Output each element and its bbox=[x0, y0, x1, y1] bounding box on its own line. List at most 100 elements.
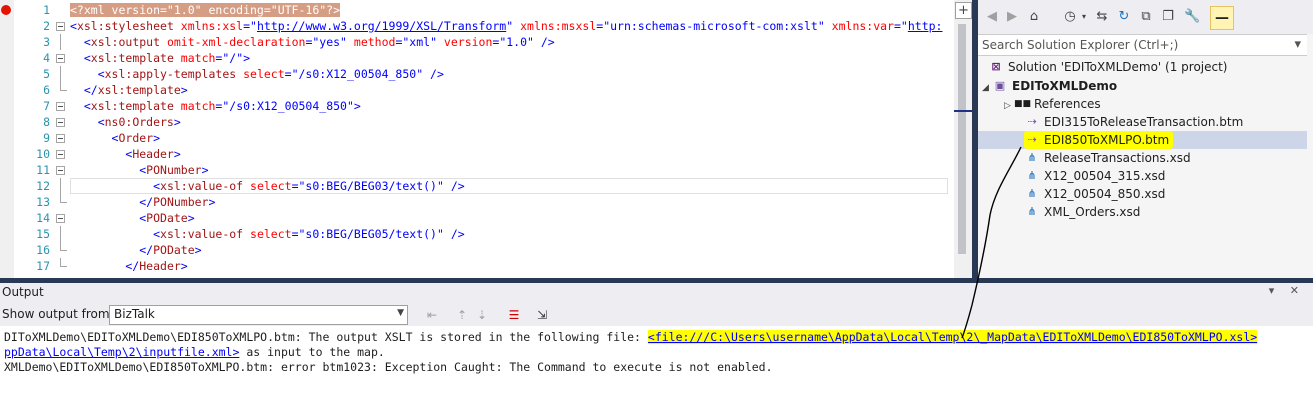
code-line[interactable]: <xsl:output omit-xml-declaration="yes" m… bbox=[70, 34, 954, 50]
show-all-files-icon[interactable]: ❐ bbox=[1160, 9, 1176, 25]
code-token: ="/s0:X12_00504_850"> bbox=[215, 99, 361, 113]
chevron-down-icon[interactable]: ▼ bbox=[397, 308, 404, 318]
clear-all-icon[interactable]: ☰ bbox=[506, 308, 522, 322]
code-line[interactable]: <xsl:template match="/s0:X12_00504_850"> bbox=[70, 98, 954, 114]
output-xslt-file-link[interactable]: <file:///C:\Users\username\AppData\Local… bbox=[647, 330, 1258, 344]
code-line[interactable]: <PODate> bbox=[70, 210, 954, 226]
code-token: </ bbox=[70, 83, 98, 97]
refresh-icon[interactable]: ↻ bbox=[1116, 9, 1132, 25]
collapse-region-icon[interactable] bbox=[54, 210, 68, 226]
collapse-region-icon[interactable] bbox=[54, 130, 68, 146]
tree-node-references[interactable]: ▷ ■■ References bbox=[1004, 95, 1101, 113]
code-line[interactable]: <xsl:stylesheet xmlns:xsl="http://www.w3… bbox=[70, 18, 954, 34]
breakpoint-icon[interactable] bbox=[1, 5, 11, 15]
properties-wrench-icon[interactable]: 🔧 bbox=[1184, 9, 1200, 25]
outlining-margin[interactable] bbox=[54, 2, 68, 274]
references-label: References bbox=[1034, 97, 1101, 111]
code-line[interactable]: <xsl:value-of select="s0:BEG/BEG03/text(… bbox=[70, 178, 948, 194]
solution-explorer-toolbar: ◀ ▶ ⌂ ◷ ▾ ⇆ ↻ ⧉ ❐ 🔧 — bbox=[978, 0, 1313, 34]
window-controls[interactable]: ▾ ✕ bbox=[1269, 284, 1305, 297]
search-options-icon[interactable]: ▾ bbox=[1294, 37, 1301, 52]
code-line[interactable]: <?xml version="1.0" encoding="UTF-16"?> bbox=[70, 2, 954, 18]
tree-node-file[interactable]: ⋔ X12_00504_850.xsd bbox=[1024, 185, 1165, 203]
search-input[interactable]: Search Solution Explorer (Ctrl+;) bbox=[982, 38, 1178, 52]
tree-node-file[interactable]: ⋔ ReleaseTransactions.xsd bbox=[1024, 149, 1190, 167]
input-file-link[interactable]: ppData\Local\Temp\2\inputfile.xml> bbox=[4, 345, 239, 359]
code-token: http: bbox=[907, 19, 943, 33]
solution-explorer-search[interactable]: Search Solution Explorer (Ctrl+;) ▾ bbox=[978, 34, 1307, 56]
output-source-dropdown[interactable]: BizTalk ▼ bbox=[109, 305, 408, 325]
file-label: XML_Orders.xsd bbox=[1044, 205, 1141, 219]
collapse-region-icon[interactable] bbox=[54, 18, 68, 34]
collapse-region-icon[interactable] bbox=[54, 146, 68, 162]
output-title: Output bbox=[2, 285, 44, 299]
collapse-arrow-icon[interactable]: ◢ bbox=[982, 79, 992, 97]
code-line[interactable]: <xsl:apply-templates select="/s0:X12_005… bbox=[70, 66, 954, 82]
code-line[interactable]: </PODate> bbox=[70, 242, 954, 258]
previous-message-icon[interactable]: ⇡ bbox=[454, 308, 470, 322]
tree-node-file[interactable]: ⋔ X12_00504_315.xsd bbox=[1024, 167, 1165, 185]
outline-guide bbox=[54, 242, 68, 258]
tree-node-file[interactable]: ⋔ XML_Orders.xsd bbox=[1024, 203, 1140, 221]
editor-vertical-scrollbar[interactable]: + bbox=[954, 0, 972, 278]
xsd-schema-icon: ⋔ bbox=[1027, 205, 1037, 218]
code-line[interactable]: </Header> bbox=[70, 258, 954, 274]
home-icon[interactable]: ⌂ bbox=[1026, 9, 1042, 25]
references-icon: ■■ bbox=[1014, 99, 1032, 109]
code-token: omit-xml-declaration bbox=[160, 35, 306, 49]
expand-arrow-icon[interactable]: ▷ bbox=[1004, 97, 1014, 115]
chevron-down-icon[interactable]: ▾ bbox=[1076, 9, 1092, 25]
code-line[interactable]: <PONumber> bbox=[70, 162, 954, 178]
tree-node-file-selected[interactable]: ⇢ EDI850ToXMLPO.btm bbox=[978, 131, 1307, 149]
code-token: xsl:output bbox=[90, 35, 161, 49]
output-text-area[interactable]: DIToXMLDemo\EDIToXMLDemo\EDI850ToXMLPO.b… bbox=[0, 326, 1313, 402]
split-editor-icon[interactable]: + bbox=[955, 2, 972, 19]
collapse-region-icon[interactable] bbox=[54, 50, 68, 66]
collapse-all-icon[interactable]: ⧉ bbox=[1138, 9, 1154, 25]
code-token: ="/s0:X12_00504_850" /> bbox=[284, 67, 444, 81]
line-number: 6 bbox=[43, 83, 50, 97]
back-icon[interactable]: ◀ bbox=[984, 9, 1000, 25]
code-token: select bbox=[243, 227, 292, 241]
line-number: 11 bbox=[36, 163, 50, 177]
code-token: < bbox=[70, 51, 91, 65]
line-number: 17 bbox=[36, 259, 50, 273]
code-token: > bbox=[173, 115, 181, 129]
outline-guide bbox=[54, 226, 68, 242]
code-line[interactable]: <Header> bbox=[70, 146, 954, 162]
code-token: < bbox=[70, 211, 147, 225]
code-token: > bbox=[180, 83, 188, 97]
code-token: match bbox=[173, 51, 216, 65]
tree-node-file[interactable]: ⇢ EDI315ToReleaseTransaction.btm bbox=[1024, 113, 1243, 131]
code-line[interactable]: <ns0:Orders> bbox=[70, 114, 954, 130]
tree-node-solution[interactable]: ⊠ Solution 'EDIToXMLDemo' (1 project) bbox=[988, 58, 1227, 76]
line-number: 14 bbox=[36, 211, 50, 225]
code-line[interactable]: </PONumber> bbox=[70, 194, 954, 210]
sync-with-active-document-icon[interactable]: ⇆ bbox=[1094, 9, 1110, 25]
code-editor[interactable]: 1 2 3 4 5 6 7 8 9 10 11 12 13 14 15 16 17 <?xml version=… bbox=[0, 0, 972, 278]
output-window-title-bar: Output ▾ ✕ bbox=[0, 283, 1313, 302]
forward-icon[interactable]: ▶ bbox=[1004, 9, 1020, 25]
word-wrap-icon[interactable]: ⇲ bbox=[534, 308, 550, 322]
code-line[interactable]: <Order> bbox=[70, 130, 954, 146]
next-message-icon[interactable]: ⇣ bbox=[474, 308, 490, 322]
line-number: 5 bbox=[43, 67, 50, 81]
code-token: ="yes" bbox=[305, 35, 347, 49]
editor-scroll-thumb[interactable] bbox=[958, 24, 966, 254]
tree-node-project[interactable]: ◢ ▣ EDIToXMLDemo bbox=[978, 77, 1117, 95]
code-line[interactable]: <xsl:value-of select="s0:BEG/BEG05/text(… bbox=[70, 226, 954, 242]
code-token: < bbox=[70, 35, 91, 49]
code-token: xsl:template bbox=[97, 83, 181, 97]
code-lines[interactable]: <?xml version="1.0" encoding="UTF-16"?> <… bbox=[70, 2, 954, 274]
code-line[interactable]: </xsl:template> bbox=[70, 82, 954, 98]
collapse-region-icon[interactable] bbox=[54, 114, 68, 130]
auto-hide-pin-icon[interactable]: — bbox=[1210, 6, 1234, 30]
code-token: ="1.0" /> bbox=[492, 35, 555, 49]
code-token: version bbox=[437, 35, 493, 49]
go-to-location-icon[interactable]: ⇤ bbox=[424, 308, 440, 322]
code-line[interactable]: <xsl:template match="/"> bbox=[70, 50, 954, 66]
breakpoint-margin[interactable] bbox=[0, 0, 14, 278]
collapse-region-icon[interactable] bbox=[54, 98, 68, 114]
collapse-region-icon[interactable] bbox=[54, 162, 68, 178]
code-token: select bbox=[243, 179, 292, 193]
